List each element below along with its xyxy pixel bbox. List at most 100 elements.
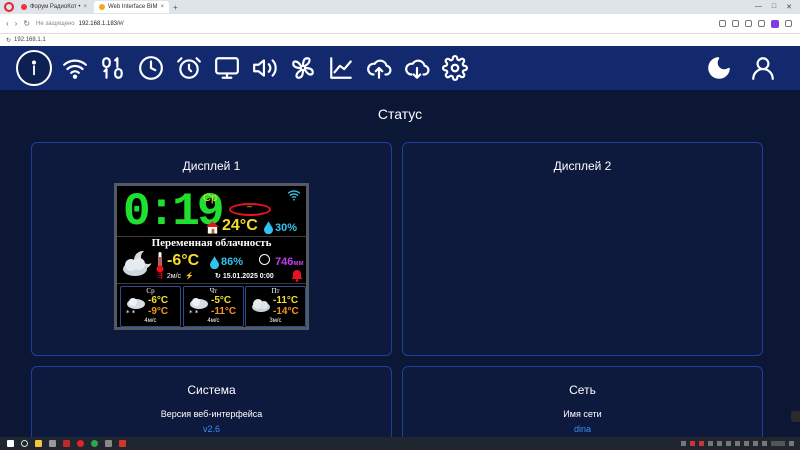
cloud-moon-icon bbox=[123, 250, 155, 276]
cloud-upload-icon[interactable] bbox=[360, 49, 398, 87]
highlight-oval: – bbox=[229, 201, 271, 216]
outdoor-humidity-drop-icon bbox=[210, 256, 219, 269]
app-icon[interactable] bbox=[49, 440, 56, 447]
tray-icon[interactable] bbox=[735, 441, 740, 446]
tray-icon[interactable] bbox=[753, 441, 758, 446]
status-url: 192.168.1.1 bbox=[14, 37, 46, 43]
forward-button[interactable]: › bbox=[15, 19, 18, 28]
start-icon[interactable] bbox=[7, 440, 14, 447]
tray-icon[interactable] bbox=[717, 441, 722, 446]
clock-icon[interactable] bbox=[132, 49, 170, 87]
close-window-button[interactable]: ✕ bbox=[786, 3, 792, 11]
download-icon[interactable] bbox=[758, 20, 765, 27]
moon-icon[interactable] bbox=[700, 49, 738, 87]
window-controls: — □ ✕ bbox=[755, 3, 800, 11]
forecast-max: -11°C bbox=[273, 295, 299, 306]
forum-favicon-icon bbox=[21, 4, 27, 10]
tab-forum[interactable]: Форум РадиоКот • × bbox=[16, 1, 92, 13]
app-navbar bbox=[0, 46, 800, 90]
forecast-min: -11°C bbox=[211, 306, 237, 317]
close-tab-icon[interactable]: × bbox=[161, 4, 165, 10]
minimize-button[interactable]: — bbox=[755, 3, 762, 11]
home-icon bbox=[205, 221, 220, 234]
close-tab-icon[interactable]: × bbox=[83, 4, 87, 10]
monitor-icon[interactable] bbox=[208, 49, 246, 87]
user-icon[interactable] bbox=[744, 49, 782, 87]
display2-card: Дисплей 2 bbox=[402, 142, 763, 356]
search-icon[interactable] bbox=[21, 440, 28, 447]
camera-icon[interactable] bbox=[719, 20, 726, 27]
address-bar: ‹ › ↻ Не защищено 192.168.1.183/#/ bbox=[0, 14, 800, 34]
forecast-max: -5°C bbox=[211, 295, 232, 306]
new-tab-button[interactable]: + bbox=[173, 3, 178, 12]
tray-icon[interactable] bbox=[708, 441, 713, 446]
clock-tray-icon[interactable] bbox=[771, 441, 785, 446]
bim-favicon-icon bbox=[98, 4, 105, 10]
pressure-gauge-icon bbox=[259, 254, 270, 265]
app-icon[interactable] bbox=[119, 440, 126, 447]
notification-icon[interactable] bbox=[789, 441, 794, 446]
update-datetime: 15.01.2025 0:00 bbox=[222, 273, 274, 280]
cloud-download-icon[interactable] bbox=[398, 49, 436, 87]
indoor-humidity-drop-icon bbox=[264, 221, 273, 234]
tab-web-interface[interactable]: Web Interface BIM × bbox=[93, 1, 170, 13]
indoor-humidity: 30% bbox=[275, 222, 298, 234]
alarm-bell-icon bbox=[291, 270, 303, 282]
tray-icon[interactable] bbox=[744, 441, 749, 446]
menu-icon[interactable] bbox=[785, 20, 792, 27]
maximize-button[interactable]: □ bbox=[772, 3, 776, 11]
speaker-icon[interactable] bbox=[246, 49, 284, 87]
app-icon[interactable] bbox=[63, 440, 70, 447]
alarm-icon[interactable] bbox=[170, 49, 208, 87]
fan-icon[interactable] bbox=[284, 49, 322, 87]
wind-direction-icon: ⇶ bbox=[157, 273, 163, 280]
pressure-unit: мм bbox=[293, 260, 304, 267]
tray-icon[interactable] bbox=[699, 441, 704, 446]
app-icon[interactable] bbox=[105, 440, 112, 447]
url-field[interactable]: 192.168.1.183/#/ bbox=[79, 21, 124, 27]
back-button[interactable]: ‹ bbox=[6, 19, 9, 28]
outdoor-humidity: 86% bbox=[221, 256, 244, 268]
system-tray bbox=[681, 441, 800, 446]
display2-title: Дисплей 2 bbox=[553, 159, 612, 173]
os-taskbar bbox=[0, 437, 800, 450]
pressure: 746мм bbox=[275, 256, 304, 268]
binary-icon[interactable] bbox=[94, 49, 132, 87]
wind-gust-icon: ⚡ bbox=[185, 273, 194, 280]
reload-button[interactable]: ↻ bbox=[23, 19, 30, 28]
page-title: Статус bbox=[377, 106, 423, 122]
security-label[interactable]: Не защищено bbox=[36, 21, 75, 27]
tray-icon[interactable] bbox=[681, 441, 686, 446]
tray-icon[interactable] bbox=[762, 441, 767, 446]
wind-speed: 2м/с bbox=[166, 272, 182, 280]
cloud-icon bbox=[252, 299, 270, 312]
tab-label: Форум РадиоКот • bbox=[30, 4, 81, 10]
pressure-value: 746 bbox=[275, 256, 294, 268]
snow-cloud-icon: * * bbox=[189, 298, 208, 316]
forecast-wind: 3м/с bbox=[269, 318, 282, 324]
svg-text:* *: * * bbox=[126, 309, 136, 316]
wifi-icon[interactable] bbox=[56, 49, 94, 87]
network-card: Сеть Имя сети dina bbox=[402, 366, 763, 446]
tray-icon[interactable] bbox=[690, 441, 695, 446]
chart-icon[interactable] bbox=[322, 49, 360, 87]
heart-icon[interactable] bbox=[745, 20, 752, 27]
tray-icon[interactable] bbox=[726, 441, 731, 446]
opera-taskbar-icon[interactable] bbox=[77, 440, 84, 447]
web-version-value: v2.6 bbox=[202, 424, 220, 434]
weather-condition: Переменная облачность bbox=[151, 237, 272, 249]
opera-menu-icon[interactable] bbox=[4, 2, 14, 12]
loading-icon: ↻ bbox=[6, 37, 12, 44]
browser-tab-bar: Форум РадиоКот • × Web Interface BIM × +… bbox=[0, 0, 800, 14]
file-explorer-icon[interactable] bbox=[35, 440, 42, 447]
gear-icon[interactable] bbox=[436, 49, 474, 87]
loading-status: ↻ 192.168.1.1 bbox=[0, 34, 800, 46]
info-icon[interactable] bbox=[16, 50, 52, 86]
browser-nav: ‹ › ↻ bbox=[0, 19, 36, 28]
indoor-temp: 24°C bbox=[222, 217, 258, 234]
app-icon[interactable] bbox=[91, 440, 98, 447]
sidebar-toggle[interactable] bbox=[791, 411, 800, 422]
extension-icon[interactable] bbox=[771, 19, 779, 28]
bookmark-icon[interactable] bbox=[732, 20, 739, 27]
indoor-temp-marker: – bbox=[247, 201, 253, 211]
